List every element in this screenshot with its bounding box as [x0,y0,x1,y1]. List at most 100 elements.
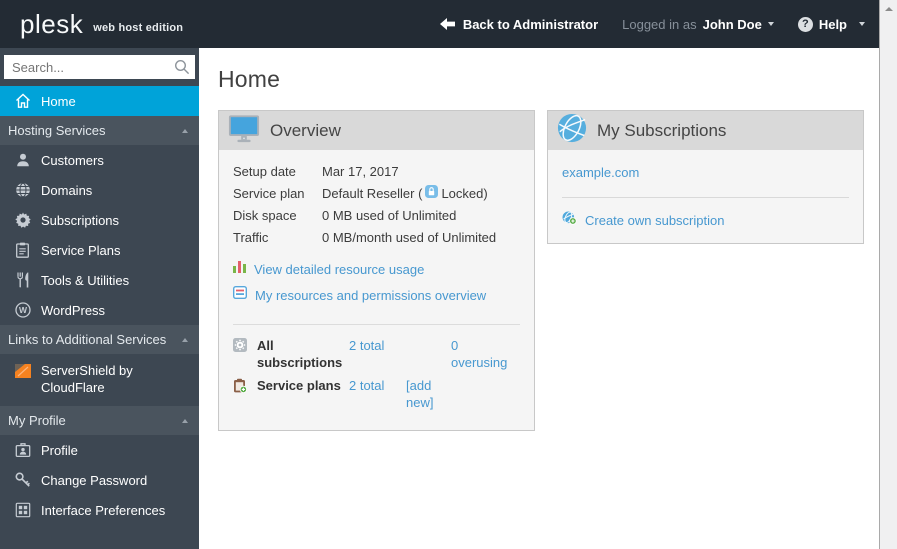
gear-badge-icon [233,337,257,356]
sidebar-item-label: Tools & Utilities [41,272,130,288]
svg-text:W: W [18,305,27,315]
logged-in-as-label: Logged in as [622,16,697,32]
sidebar-item-customers[interactable]: Customers [0,145,199,175]
sidebar-section-additional-services[interactable]: Links to Additional Services [0,325,199,354]
resources-permissions-link[interactable]: My resources and permissions overview [255,288,486,303]
sidebar-item-subscriptions[interactable]: Subscriptions [0,205,199,235]
create-subscription-row: Create own subscription [562,211,849,230]
detail-value: Mar 17, 2017 [322,164,399,179]
my-subscriptions-card-body: example.com Create own subscription [548,150,863,243]
page-scrollbar[interactable] [879,0,897,549]
sidebar-item-profile[interactable]: Profile [0,435,199,465]
back-to-administrator-label: Back to Administrator [462,16,599,32]
view-resource-usage-link[interactable]: View detailed resource usage [254,262,424,277]
service-plans-total-link[interactable]: 2 total [349,378,384,393]
sidebar-item-tools-utilities[interactable]: Tools & Utilities [0,265,199,295]
plesk-logo-text: plesk [20,9,84,39]
totals-label: Service plans [257,378,341,393]
bar-chart-icon [233,260,246,278]
plesk-logo[interactable]: plesk web host edition [20,9,184,52]
domain-link[interactable]: example.com [562,165,639,180]
overview-card-header: Overview [219,111,534,150]
service-plan-value: Default Reseller ( [322,186,423,201]
sidebar-item-change-password[interactable]: Change Password [0,465,199,495]
globe-plus-icon [562,211,577,230]
create-subscription-link[interactable]: Create own subscription [585,213,724,228]
chevron-down-icon [859,22,865,26]
resources-list-icon [232,285,248,304]
sidebar-item-label: ServerShield by CloudFlare [41,363,133,395]
domain-row: example.com [562,161,849,182]
overview-card-body: Setup date Mar 17, 2017 Service plan Def… [219,150,534,430]
locked-label: Locked) [441,186,488,201]
sidebar-item-label: WordPress [41,302,106,318]
utensils-icon [14,272,31,289]
sidebar-item-home[interactable]: Home [0,86,199,116]
overview-links: View detailed resource usage My resource… [232,256,520,308]
gear-icon [14,212,31,229]
back-to-administrator-link[interactable]: Back to Administrator [439,16,598,33]
lock-icon [425,183,439,205]
totals-count: 2 total [349,337,406,354]
chevron-down-icon [767,22,774,26]
sidebar-item-label: Customers [41,152,104,168]
detail-row-traffic: Traffic 0 MB/month used of Unlimited [233,227,520,249]
overusing-link[interactable]: 0 overusing [451,338,507,370]
clipboard-plus-icon [233,377,257,397]
subscriptions-total-link[interactable]: 2 total [349,338,384,353]
totals-label: All subscriptions [257,338,343,370]
user-name: John Doe [702,16,762,32]
scroll-up-button[interactable] [880,0,897,17]
help-label: Help [818,16,847,32]
monitor-icon [228,114,260,148]
detail-row-service-plan: Service plan Default Reseller ( Locked) [233,183,520,205]
collapse-arrow-icon [182,418,188,423]
person-icon [14,152,31,169]
sidebar: Home Hosting Services Customers Domains … [0,48,199,549]
sidebar-section-my-profile[interactable]: My Profile [0,406,199,435]
globe-icon [557,113,587,148]
sidebar-item-servershield[interactable]: ServerShield by CloudFlare [0,354,199,406]
sidebar-item-domains[interactable]: Domains [0,175,199,205]
detail-label: Setup date [233,164,296,179]
key-icon [14,472,31,489]
resource-usage-row: View detailed resource usage [233,256,520,282]
detail-label: Traffic [233,230,269,245]
overview-card: Overview Setup date Mar 17, 2017 Service… [218,110,535,431]
collapse-arrow-icon [182,128,188,133]
detail-value: 0 MB/month used of Unlimited [322,230,497,245]
globe-icon [14,182,31,199]
detail-row-disk-space: Disk space 0 MB used of Unlimited [233,205,520,227]
wordpress-icon: W [14,302,31,319]
sidebar-item-interface-preferences[interactable]: Interface Preferences [0,495,199,525]
my-subscriptions-card-title: My Subscriptions [597,120,727,140]
all-subscriptions-row: All subscriptions 2 total 0 overusing [233,337,520,371]
section-label: Links to Additional Services [8,332,167,347]
help-menu[interactable]: ? Help [797,16,865,32]
sidebar-item-label: Interface Preferences [41,502,166,518]
section-label: Hosting Services [8,123,106,138]
add-new-plan-link[interactable]: [add new] [406,378,433,410]
sidebar-item-wordpress[interactable]: W WordPress [0,295,199,325]
sidebar-item-label: Home [41,93,76,109]
subscriptions-divider [562,197,849,198]
help-question-icon: ? [797,16,813,32]
sidebar-section-hosting-services[interactable]: Hosting Services [0,116,199,145]
collapse-arrow-icon [182,337,188,342]
plesk-logo-edition: web host edition [93,21,184,34]
topbar-actions: Back to Administrator Logged in as John … [439,16,865,33]
my-subscriptions-card: My Subscriptions example.com Create own … [547,110,864,244]
sidebar-item-label: Subscriptions [41,212,120,228]
sidebar-item-label: Service Plans [41,242,121,258]
badge-icon [14,442,31,459]
cards-row: Overview Setup date Mar 17, 2017 Service… [218,110,867,431]
detail-value: 0 MB used of Unlimited [322,208,457,223]
user-menu[interactable]: Logged in as John Doe [622,17,774,32]
sidebar-item-service-plans[interactable]: Service Plans [0,235,199,265]
detail-label: Disk space [233,208,297,223]
scroll-up-arrow-icon [884,6,893,11]
grid-icon [14,502,31,519]
search-input[interactable] [4,55,195,79]
service-plans-row: Service plans 2 total [add new] [233,377,520,411]
sidebar-item-label: Domains [41,182,93,198]
